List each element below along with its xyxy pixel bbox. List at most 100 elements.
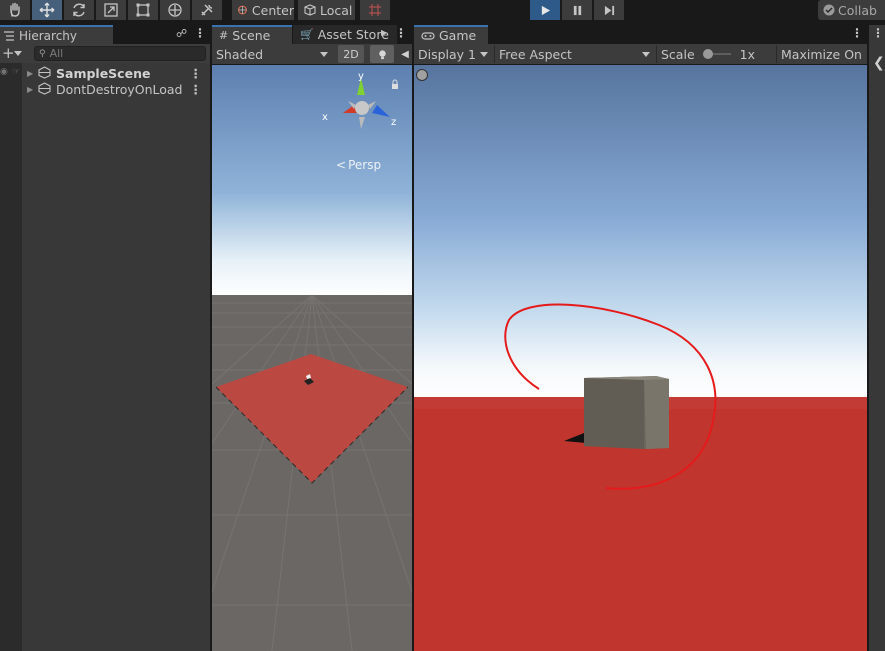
rect-icon bbox=[136, 3, 150, 17]
audio-toggle-button[interactable]: ◀ bbox=[398, 45, 412, 63]
display-value: Display 1 bbox=[418, 46, 477, 62]
projection-label: Persp bbox=[348, 158, 382, 172]
visibility-icon[interactable]: ◉ bbox=[0, 67, 8, 77]
space-toggle-button[interactable]: Local bbox=[298, 0, 355, 20]
scene-tabbar: # Scene 🛒 Asset Store ▶ ⋮ bbox=[212, 25, 412, 44]
scene-viewport[interactable]: y x z < Persp bbox=[212, 65, 412, 651]
toggle-2d-label: 2D bbox=[343, 47, 359, 61]
chevron-down-icon bbox=[480, 52, 488, 57]
step-icon bbox=[604, 5, 614, 15]
transform-tool-button[interactable] bbox=[160, 0, 191, 20]
perspective-icon: < bbox=[336, 158, 347, 172]
pickable-icon[interactable]: ☞ bbox=[12, 67, 20, 77]
shading-mode-value: Shaded bbox=[216, 46, 264, 62]
grid-snap-icon bbox=[369, 4, 381, 16]
chevron-right-icon[interactable]: ▶ bbox=[381, 28, 387, 37]
scale-tool-button[interactable] bbox=[96, 0, 127, 20]
chevron-down-icon[interactable] bbox=[14, 51, 22, 56]
custom-tool-button[interactable] bbox=[192, 0, 223, 20]
grid-snap-button[interactable] bbox=[360, 0, 390, 20]
list-icon bbox=[4, 30, 14, 41]
list-item[interactable]: ◉ ☞ ▶ SampleScene ⋮ bbox=[0, 65, 210, 81]
pause-icon bbox=[573, 5, 581, 15]
step-button[interactable] bbox=[594, 0, 625, 20]
tab-scene[interactable]: # Scene bbox=[212, 25, 292, 44]
hierarchy-tab-label: Hierarchy bbox=[19, 28, 78, 43]
scale-value: 1x bbox=[739, 46, 755, 62]
hierarchy-search-input[interactable]: ⚲ All bbox=[34, 46, 206, 61]
chevron-down-icon bbox=[642, 52, 650, 57]
tab-hierarchy[interactable]: Hierarchy bbox=[0, 25, 113, 44]
unity-scene-icon bbox=[38, 66, 51, 79]
game-tab-label: Game bbox=[439, 28, 477, 43]
expand-arrow-icon[interactable]: ▶ bbox=[27, 85, 33, 94]
aspect-dropdown[interactable]: Free Aspect bbox=[494, 45, 654, 63]
space-label: Local bbox=[320, 2, 353, 18]
maximize-on-play-button[interactable]: Maximize On Pl bbox=[776, 45, 867, 63]
pivot-toggle-button[interactable]: Center bbox=[232, 0, 294, 20]
more-options-icon[interactable]: ⋮ bbox=[395, 26, 407, 40]
hierarchy-gutter bbox=[0, 63, 22, 651]
pause-button[interactable] bbox=[562, 0, 593, 20]
play-icon bbox=[541, 5, 550, 15]
pivot-icon bbox=[238, 5, 247, 15]
move-icon bbox=[39, 2, 55, 18]
search-placeholder: All bbox=[49, 47, 64, 60]
scene-tab-label: Scene bbox=[232, 28, 271, 43]
lighting-toggle-button[interactable] bbox=[370, 45, 394, 63]
expand-arrow-icon[interactable]: ▶ bbox=[27, 69, 33, 78]
game-render bbox=[414, 65, 867, 651]
aspect-value: Free Aspect bbox=[499, 46, 572, 62]
add-icon[interactable]: + bbox=[2, 44, 15, 62]
hand-icon bbox=[10, 2, 20, 17]
more-options-icon[interactable]: ⋮ bbox=[194, 26, 206, 40]
display-dropdown[interactable]: Display 1 bbox=[414, 45, 492, 63]
stats-icon[interactable] bbox=[416, 69, 428, 81]
cube-space-icon bbox=[304, 4, 316, 16]
toggle-2d-button[interactable]: 2D bbox=[338, 45, 364, 63]
main-toolbar: Center Local Collab bbox=[0, 0, 885, 21]
hierarchy-panel: Hierarchy ☍ ⋮ + ⚲ All ◉ ☞ ▶ SampleScene … bbox=[0, 25, 210, 651]
scale-slider[interactable] bbox=[702, 49, 731, 59]
store-icon: 🛒 bbox=[300, 28, 314, 41]
lock-icon[interactable]: ☍ bbox=[176, 27, 187, 40]
tools-icon bbox=[201, 4, 213, 16]
scene-panel: # Scene 🛒 Asset Store ▶ ⋮ Shaded 2D ◀ y … bbox=[212, 25, 412, 651]
chevron-down-icon bbox=[320, 52, 328, 57]
gizmo-y-label: y bbox=[358, 71, 364, 82]
hierarchy-item-label: DontDestroyOnLoad bbox=[56, 81, 183, 97]
collab-label: Collab bbox=[838, 2, 877, 18]
rect-tool-button[interactable] bbox=[128, 0, 159, 20]
rotate-icon bbox=[73, 3, 85, 17]
scene-render bbox=[212, 65, 412, 651]
hierarchy-tabbar: Hierarchy ☍ ⋮ bbox=[0, 25, 210, 44]
move-tool-button[interactable] bbox=[32, 0, 63, 20]
hierarchy-item-label: SampleScene bbox=[56, 65, 151, 81]
list-item[interactable]: ▶ DontDestroyOnLoad ⋮ bbox=[0, 81, 210, 97]
hand-tool-button[interactable] bbox=[0, 0, 31, 20]
play-button[interactable] bbox=[530, 0, 561, 20]
more-options-icon[interactable]: ⋮ bbox=[872, 26, 884, 40]
check-icon bbox=[823, 4, 835, 16]
maximize-label: Maximize On Pl bbox=[781, 46, 867, 62]
shading-mode-dropdown[interactable]: Shaded bbox=[212, 45, 332, 63]
unity-scene-icon bbox=[38, 82, 51, 95]
orientation-gizmo[interactable]: y x z bbox=[320, 71, 406, 143]
gizmo-x-label: x bbox=[322, 112, 328, 123]
asset-store-tab-label: Asset Store bbox=[317, 27, 389, 42]
more-options-icon[interactable]: ⋮ bbox=[851, 26, 863, 40]
inspector-collapsed-strip: ⋮ ❮ bbox=[869, 25, 885, 651]
projection-toggle[interactable]: < Persp bbox=[336, 158, 381, 172]
chevron-left-icon[interactable]: ❮ bbox=[873, 55, 885, 71]
scene-toolbar: Shaded 2D ◀ bbox=[212, 44, 412, 64]
collab-button[interactable]: Collab bbox=[818, 0, 885, 20]
more-options-icon[interactable]: ⋮ bbox=[190, 66, 203, 81]
gizmo-z-label: z bbox=[391, 117, 396, 128]
game-viewport[interactable] bbox=[414, 65, 867, 651]
tab-game[interactable]: Game bbox=[414, 25, 488, 44]
game-toolbar: Display 1 Free Aspect Scale 1x Maximize … bbox=[414, 44, 867, 64]
unity-editor: Center Local Collab Hierarchy ☍ ⋮ + ⚲ Al… bbox=[0, 0, 885, 651]
slider-thumb[interactable] bbox=[702, 49, 713, 59]
more-options-icon[interactable]: ⋮ bbox=[190, 82, 203, 97]
rotate-tool-button[interactable] bbox=[64, 0, 95, 20]
